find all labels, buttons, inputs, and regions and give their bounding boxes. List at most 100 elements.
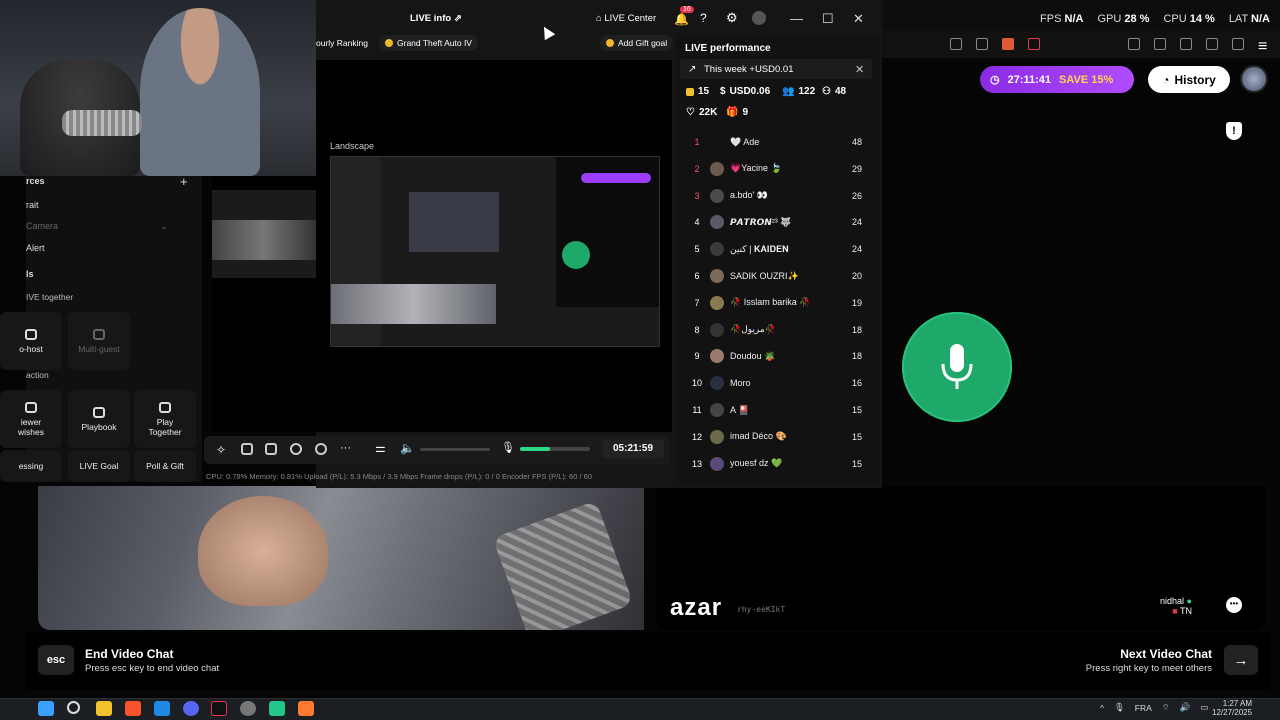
guessing-button[interactable]: essing	[0, 450, 62, 482]
ranking-row[interactable]: 10 Moro 16	[688, 373, 862, 393]
live-center-button[interactable]: ⌂ LIVE Center	[596, 13, 656, 24]
add-source-icon[interactable]: +	[180, 174, 188, 189]
settings-sliders-icon[interactable]: ⚌	[375, 442, 387, 455]
tiktok-icon[interactable]	[211, 701, 227, 716]
gifter-avatar	[710, 349, 724, 364]
add-scene-icon[interactable]	[265, 443, 277, 455]
screenshot-icon[interactable]	[950, 38, 962, 50]
close-icon[interactable]: ✕	[853, 11, 864, 27]
maximize-icon[interactable]: ☐	[822, 11, 834, 27]
multi-guest-button[interactable]: Multi-guest	[68, 312, 130, 370]
play-together-button[interactable]: Play Together	[134, 390, 196, 448]
wifi-icon[interactable]: ⌔	[1162, 702, 1170, 713]
weekly-earnings[interactable]: ↗ This week +USD0.01	[680, 59, 872, 79]
settings-icon[interactable]	[240, 701, 256, 716]
gear-icon[interactable]: ⚙	[726, 10, 738, 26]
live-studio-icon[interactable]	[269, 701, 285, 716]
battery-icon[interactable]: ▭	[1200, 702, 1208, 713]
effects-icon[interactable]: ✧	[216, 443, 228, 457]
camera-source[interactable]: Camera	[26, 221, 58, 231]
search-icon[interactable]	[67, 701, 80, 714]
app2-icon[interactable]	[298, 701, 314, 716]
gifters-stat: 🎁 9	[726, 107, 749, 118]
layout-icon[interactable]	[241, 443, 253, 455]
minimize-icon[interactable]: —	[790, 11, 803, 26]
record-icon[interactable]	[290, 443, 302, 455]
report-shield-icon[interactable]: !	[1226, 122, 1242, 140]
windows-start-icon[interactable]	[38, 701, 54, 716]
playbook-button[interactable]: Playbook	[68, 390, 130, 448]
wishes-icon	[25, 401, 37, 413]
profile-icon[interactable]	[752, 11, 766, 25]
hourly-ranking-chip[interactable]: ourly Ranking	[316, 35, 374, 51]
file-explorer-icon[interactable]	[96, 701, 112, 716]
ranking-row[interactable]: 12 imad Déco 🎨 15	[688, 427, 862, 447]
volume-icon[interactable]: 🔊	[1180, 702, 1191, 713]
portrait-tab[interactable]: rait	[26, 200, 39, 210]
discord-icon[interactable]	[183, 701, 199, 716]
portrait-preview[interactable]	[212, 190, 316, 278]
gifter-avatar	[710, 456, 724, 471]
rank-number: 12	[691, 431, 702, 442]
add-gift-goal-chip[interactable]: Add Gift goal	[600, 35, 674, 51]
chat-icon[interactable]: •••	[1226, 597, 1242, 613]
brave-shield-icon[interactable]	[1002, 38, 1014, 50]
gifter-avatar	[710, 242, 724, 257]
ranking-row[interactable]: 8 🥀مريول🥀 18	[688, 320, 862, 340]
ranking-row[interactable]: 6 SADIK OUZRI✨ 20	[688, 266, 862, 286]
close-icon[interactable]: ✕	[855, 63, 864, 76]
leo-icon[interactable]	[1206, 38, 1218, 50]
vpn-icon[interactable]	[1232, 38, 1244, 50]
live-info-title[interactable]: LIVE info ⇗	[410, 13, 462, 24]
camera-settings-icon[interactable]	[315, 443, 327, 455]
rewards-icon[interactable]	[1028, 38, 1040, 50]
ranking-row[interactable]: 1 🤍 Ade 48	[688, 132, 862, 152]
ranking-row[interactable]: 9 Doudou 🪴 18	[688, 346, 862, 366]
more-icon[interactable]: ···	[340, 443, 352, 455]
microphone-tray-icon[interactable]: 🎙	[1114, 702, 1125, 713]
history-icon: ◔	[1162, 72, 1170, 87]
alert-source[interactable]: Alert	[26, 243, 45, 253]
ranking-row[interactable]: 13 youesf dz 💚 15	[688, 454, 862, 474]
gifter-name: SADIK OUZRI✨	[730, 270, 799, 281]
brave-icon[interactable]	[125, 701, 141, 716]
microphone-icon	[941, 344, 973, 389]
ranking-row[interactable]: 11 A 🎴 15	[688, 400, 862, 420]
volume-slider[interactable]	[420, 448, 490, 451]
rank-number: 4	[694, 217, 700, 228]
split-view-icon[interactable]	[1154, 38, 1166, 50]
ranking-row[interactable]: 2 💗Yacine 🍃 29	[688, 159, 862, 179]
menu-icon[interactable]: ≡	[1258, 38, 1270, 55]
co-host-button[interactable]: o-host	[0, 312, 62, 370]
language-indicator[interactable]: FRA	[1135, 703, 1152, 713]
game-category-chip[interactable]: Grand Theft Auto IV	[379, 35, 478, 51]
sidebar-icon[interactable]	[1128, 38, 1140, 50]
game-icon	[385, 39, 393, 47]
share-icon[interactable]	[976, 38, 988, 50]
ranking-row[interactable]: 5 كنين | 𝐊𝐀𝐈𝐃𝐄𝐍 24	[688, 239, 862, 259]
ranking-row[interactable]: 4 𝙋𝘼𝙏𝙍𝙊𝙉²³ 🐺 24	[688, 212, 862, 232]
help-icon[interactable]: ?	[700, 11, 707, 25]
live-goal-button[interactable]: LIVE Goal	[68, 450, 130, 482]
landscape-preview[interactable]	[330, 156, 660, 347]
wallet-icon[interactable]	[1180, 38, 1192, 50]
live-duration: 05:21:59	[602, 440, 664, 458]
subscription-timer-button[interactable]: ◷ 27:11:41 SAVE 15%	[980, 66, 1134, 93]
speaker-icon[interactable]: 🔈	[400, 442, 415, 455]
chevron-up-icon[interactable]: ^	[1100, 703, 1104, 713]
clock[interactable]: 1:27 AM 12/27/2025	[1212, 699, 1252, 717]
ranking-row[interactable]: 7 🥀 Isslam barika 🥀 19	[688, 293, 862, 313]
next-chat-button[interactable]: →	[1224, 645, 1258, 675]
profile-avatar[interactable]	[1240, 65, 1268, 93]
esc-key-button[interactable]: esc	[38, 645, 74, 675]
history-button[interactable]: ◔ History	[1148, 66, 1230, 93]
gifter-score: 26	[851, 190, 862, 201]
microphone-icon[interactable]: 🎙	[501, 443, 515, 455]
viewer-wishes-button[interactable]: iewer wishes	[0, 390, 62, 448]
app-icon[interactable]	[154, 701, 170, 716]
ranking-row[interactable]: 3 a.bdo' 👀 26	[688, 186, 862, 206]
chevron-down-icon[interactable]: ⌄	[160, 221, 168, 232]
poll-gift-button[interactable]: Poll & Gift	[134, 450, 196, 482]
gifter-score: 15	[851, 431, 862, 442]
bell-icon[interactable]: 🔔	[674, 12, 689, 26]
